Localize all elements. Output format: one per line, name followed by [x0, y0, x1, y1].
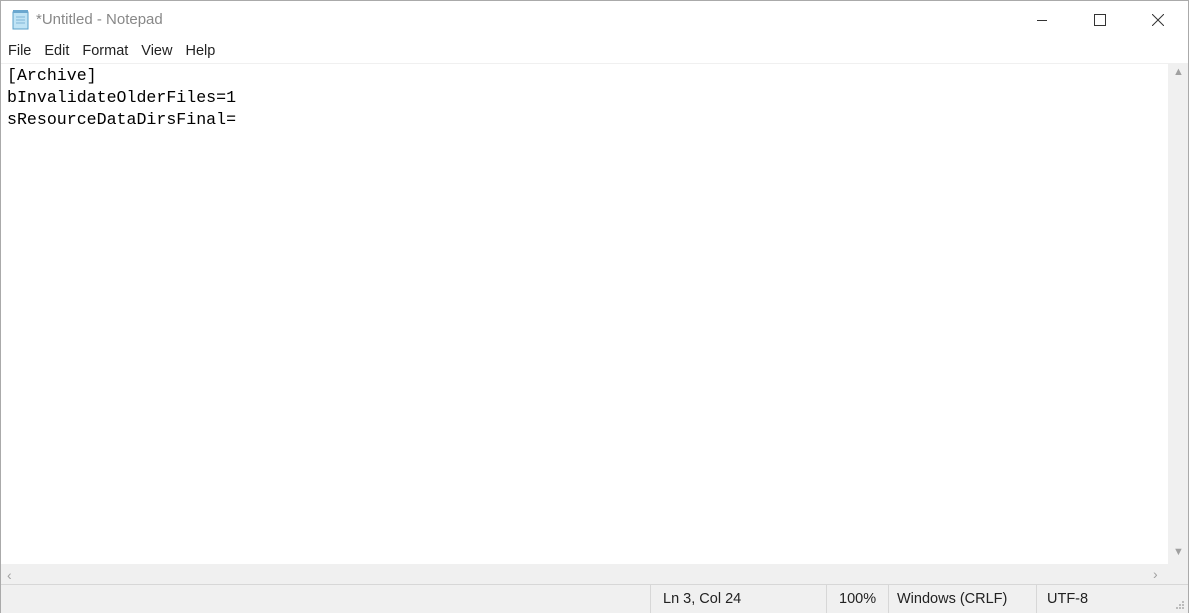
- menu-edit[interactable]: Edit: [37, 39, 75, 63]
- horizontal-scrollbar[interactable]: ‹ ›: [1, 564, 1168, 584]
- zoom-level: 100%: [826, 585, 889, 613]
- encoding: UTF-8: [1036, 585, 1167, 613]
- menu-bar: File Edit Format View Help: [1, 39, 1188, 63]
- status-bar: Ln 3, Col 24 100% Windows (CRLF) UTF-8: [1, 584, 1188, 613]
- notepad-icon: [12, 10, 29, 30]
- close-button[interactable]: [1129, 1, 1187, 39]
- menu-format[interactable]: Format: [75, 39, 134, 63]
- menu-file[interactable]: File: [1, 39, 37, 63]
- text-editor[interactable]: [Archive] bInvalidateOlderFiles=1 sResou…: [1, 63, 1168, 565]
- notepad-window: *Untitled - Notepad File Edit Format Vie…: [0, 0, 1189, 613]
- minimize-button[interactable]: [1013, 1, 1071, 39]
- text-line: bInvalidateOlderFiles=1: [7, 88, 237, 107]
- close-icon: [1152, 14, 1164, 26]
- cursor-position: Ln 3, Col 24: [650, 585, 826, 613]
- menu-help[interactable]: Help: [178, 39, 221, 63]
- vertical-scrollbar[interactable]: ▲ ▼: [1168, 63, 1188, 564]
- text-line: sResourceDataDirsFinal=: [7, 110, 237, 129]
- menu-view[interactable]: View: [134, 39, 178, 63]
- maximize-button[interactable]: [1071, 1, 1129, 39]
- title-bar[interactable]: *Untitled - Notepad: [1, 1, 1188, 39]
- window-title: *Untitled - Notepad: [36, 11, 163, 28]
- scrollbar-corner: [1168, 564, 1188, 584]
- text-line: [Archive]: [7, 66, 97, 85]
- line-ending: Windows (CRLF): [888, 585, 1033, 613]
- maximize-icon: [1094, 14, 1106, 26]
- minimize-icon: [1037, 20, 1047, 21]
- resize-grip-icon[interactable]: [1175, 600, 1185, 610]
- scroll-right-icon[interactable]: ›: [1153, 566, 1158, 582]
- scroll-down-icon[interactable]: ▼: [1173, 546, 1184, 558]
- scroll-left-icon[interactable]: ‹: [7, 567, 12, 583]
- scroll-up-icon[interactable]: ▲: [1173, 66, 1184, 78]
